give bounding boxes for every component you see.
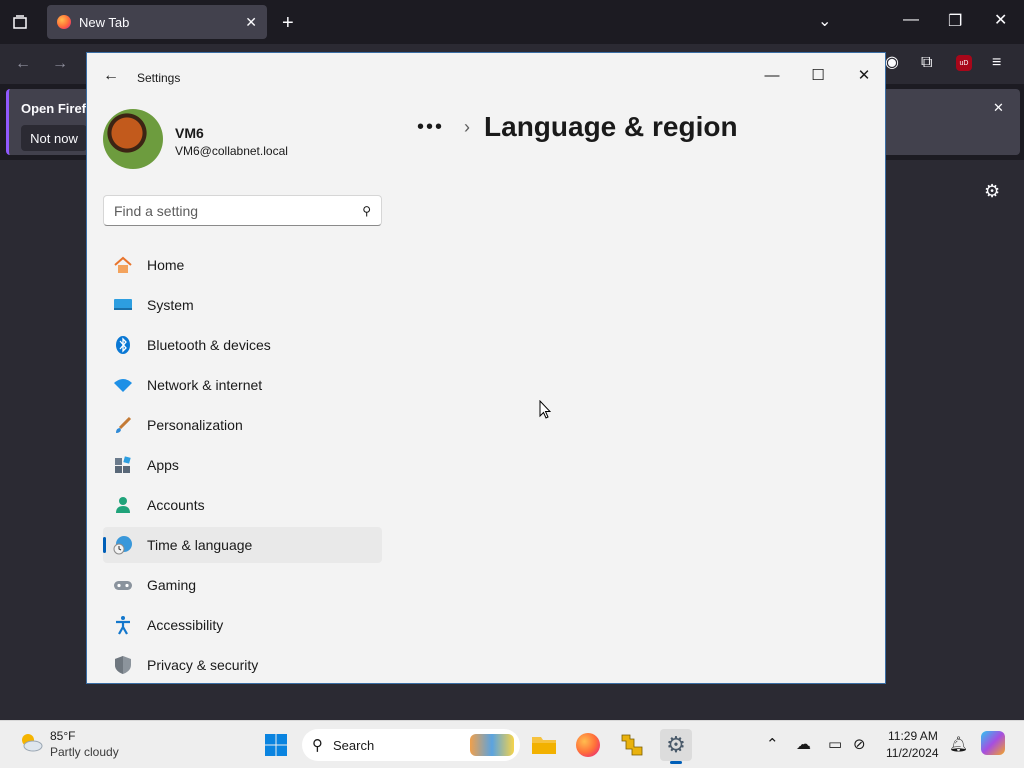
- avatar[interactable]: [103, 109, 163, 169]
- nav-item-accessibility[interactable]: Accessibility: [103, 607, 382, 643]
- browser-tab[interactable]: New Tab ✕: [47, 5, 267, 39]
- mouse-cursor-icon: [539, 400, 551, 419]
- nav-label: Accounts: [147, 497, 205, 513]
- weather-description[interactable]: Partly cloudy: [50, 745, 119, 759]
- close-icon[interactable]: ✕: [994, 13, 1007, 29]
- onedrive-offline-icon[interactable]: ☁: [796, 735, 811, 753]
- active-app-indicator: [670, 761, 682, 764]
- tab-list-icon[interactable]: [12, 14, 28, 34]
- search-icon: ⚲: [362, 203, 371, 218]
- home-icon: [113, 255, 133, 275]
- windows-logo-icon: [265, 734, 287, 756]
- not-now-button[interactable]: Not now: [21, 125, 87, 151]
- clock-time[interactable]: 11:29 AM: [888, 729, 938, 743]
- nav-label: Bluetooth & devices: [147, 337, 271, 353]
- user-name: VM6: [175, 125, 204, 141]
- nav-label: Apps: [147, 457, 179, 473]
- window-maximize-icon[interactable]: ☐: [795, 59, 841, 91]
- notification-close-icon[interactable]: ✕: [993, 101, 1004, 114]
- nav-label: Home: [147, 257, 185, 273]
- forward-icon[interactable]: →: [52, 56, 68, 72]
- taskbar-file-explorer[interactable]: [528, 729, 560, 761]
- nav-label: Privacy & security: [147, 657, 259, 673]
- taskbar-app[interactable]: [616, 729, 648, 761]
- accessibility-icon: [113, 615, 133, 635]
- wifi-icon: [113, 375, 133, 395]
- nav-item-apps[interactable]: Apps: [103, 447, 382, 483]
- nav-item-personalization[interactable]: Personalization: [103, 407, 382, 443]
- search-input[interactable]: [114, 202, 363, 219]
- clock-date[interactable]: 11/2/2024: [886, 746, 939, 760]
- system-icon: [113, 295, 133, 315]
- start-button[interactable]: [260, 729, 292, 761]
- nav-item-time-language[interactable]: Time & language: [103, 527, 382, 563]
- copilot-icon[interactable]: [981, 731, 1005, 755]
- shield-icon: [113, 655, 133, 675]
- folder-icon: [532, 737, 556, 754]
- search-highlight-icon: [470, 734, 514, 756]
- window-title: Settings: [137, 71, 181, 85]
- weather-temperature[interactable]: 85°F: [50, 729, 75, 743]
- taskbar-search[interactable]: ⚲ Search: [302, 729, 520, 761]
- nav-item-gaming[interactable]: Gaming: [103, 567, 382, 603]
- window-minimize-icon[interactable]: —: [749, 59, 795, 91]
- notification-title: Open Firefo: [21, 101, 94, 116]
- nav-item-system[interactable]: System: [103, 287, 382, 323]
- nav-item-network[interactable]: Network & internet: [103, 367, 382, 403]
- chevron-right-icon: ›: [464, 116, 471, 137]
- network-tool-icon: [621, 734, 643, 756]
- ublock-icon[interactable]: uD: [956, 55, 972, 71]
- extensions-icon[interactable]: ⧉: [921, 55, 932, 71]
- settings-window: ← Settings — ☐ ✕ VM6 VM6@collabnet.local…: [86, 52, 886, 684]
- partly-cloudy-icon[interactable]: [18, 731, 44, 753]
- taskbar-settings[interactable]: ⚙: [660, 729, 692, 764]
- globe-clock-icon: [113, 535, 133, 555]
- settings-nav: Home System Bluetooth & devices Network …: [103, 247, 382, 687]
- firefox-logo-icon: [576, 733, 600, 757]
- taskbar-search-label: Search: [333, 737, 375, 753]
- settings-search-box[interactable]: ⚲: [103, 195, 382, 226]
- gear-icon[interactable]: ⚙: [984, 182, 1000, 200]
- account-icon[interactable]: ◉: [885, 55, 899, 71]
- bluetooth-icon: [113, 335, 133, 355]
- nav-item-accounts[interactable]: Accounts: [103, 487, 382, 523]
- nav-label: Time & language: [147, 537, 253, 553]
- account-icon: [113, 495, 133, 515]
- nav-item-privacy[interactable]: Privacy & security: [103, 647, 382, 683]
- notification-bell-icon[interactable]: 🔔︎: [949, 735, 968, 753]
- gamepad-icon: [113, 575, 133, 595]
- browser-tab-bar: New Tab ✕ + ⌄ — ❐ ✕: [0, 0, 1024, 44]
- nav-label: Personalization: [147, 417, 243, 433]
- restore-icon[interactable]: ❐: [948, 14, 962, 30]
- breadcrumb-overflow-button[interactable]: •••: [417, 116, 444, 139]
- page-title: Language & region: [484, 111, 738, 142]
- back-icon[interactable]: ←: [15, 56, 31, 72]
- tab-title: New Tab: [79, 14, 130, 30]
- nav-label: Gaming: [147, 577, 197, 593]
- network-status-icon[interactable]: ⊘: [853, 735, 866, 753]
- brush-icon: [113, 415, 133, 435]
- back-arrow-icon[interactable]: ←: [103, 67, 119, 85]
- tray-overflow-chevron-icon[interactable]: ⌃: [766, 735, 779, 753]
- apps-icon: [113, 455, 133, 475]
- window-close-icon[interactable]: ✕: [841, 59, 887, 91]
- nav-label: Network & internet: [147, 377, 263, 393]
- firefox-logo-icon: [57, 15, 71, 29]
- user-email: VM6@collabnet.local: [175, 144, 288, 158]
- nav-label: Accessibility: [147, 617, 224, 633]
- display-icon[interactable]: ▭: [828, 735, 842, 753]
- tab-close-icon[interactable]: ✕: [245, 14, 257, 31]
- minimize-icon[interactable]: —: [903, 12, 919, 28]
- menu-icon[interactable]: ≡: [992, 55, 1001, 71]
- new-tab-icon[interactable]: +: [282, 13, 294, 33]
- nav-label: System: [147, 297, 194, 313]
- settings-gear-icon: ⚙: [666, 732, 686, 757]
- chevron-down-icon[interactable]: ⌄: [818, 14, 831, 30]
- nav-item-home[interactable]: Home: [103, 247, 382, 283]
- nav-item-bluetooth[interactable]: Bluetooth & devices: [103, 327, 382, 363]
- search-icon: ⚲: [312, 737, 323, 754]
- taskbar-firefox[interactable]: [572, 729, 604, 761]
- taskbar: 85°F Partly cloudy ⚲ Search ⚙ ⌃ ☁ ▭ ⊘ 11…: [0, 720, 1024, 768]
- breadcrumb: ••• › Language & region: [417, 111, 738, 143]
